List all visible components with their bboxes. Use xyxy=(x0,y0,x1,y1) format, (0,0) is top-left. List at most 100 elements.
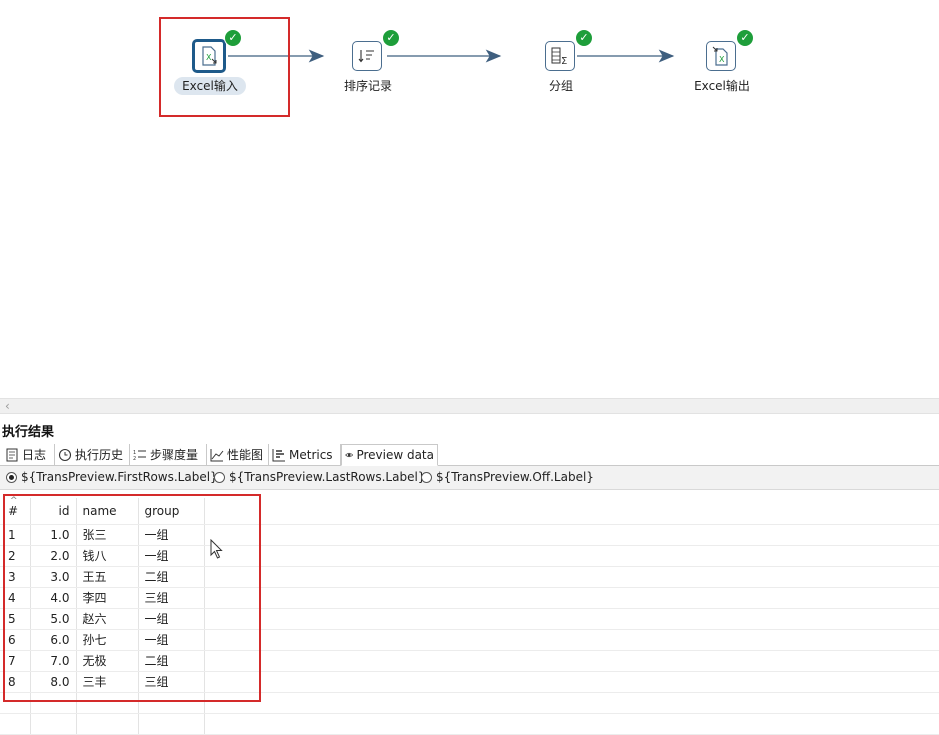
cell-id[interactable]: 1.0 xyxy=(30,524,77,546)
excel-output-icon: X xyxy=(706,41,736,71)
table-empty-row xyxy=(0,713,939,735)
cell-group[interactable]: 一组 xyxy=(138,545,205,567)
step-group-by[interactable]: Σ ✓ 分组 xyxy=(516,29,606,111)
radio-last-rows[interactable]: ${TransPreview.LastRows.Label} xyxy=(214,470,425,484)
cell-id[interactable]: 6.0 xyxy=(30,629,77,651)
cell-name[interactable]: 张三 xyxy=(76,524,139,546)
column-header-id[interactable]: id xyxy=(30,498,77,525)
eye-icon xyxy=(345,452,354,458)
table-row[interactable]: 1 1.0 张三 一组 xyxy=(0,524,939,546)
cell-empty xyxy=(204,713,939,735)
cell-name[interactable]: 无极 xyxy=(76,650,139,672)
table-header-row: ^ # id name group xyxy=(0,496,939,525)
radio-unchecked-icon[interactable] xyxy=(214,471,225,483)
flow-connections xyxy=(228,49,675,63)
success-check-icon: ✓ xyxy=(736,29,754,47)
cell-id[interactable]: 3.0 xyxy=(30,566,77,588)
cell-empty xyxy=(30,713,77,735)
radio-off[interactable]: ${TransPreview.Off.Label} xyxy=(421,470,594,484)
transformation-canvas[interactable]: X ✓ Excel输入 ✓ 排序记录 Σ ✓ 分组 X ✓ Excel输出 xyxy=(0,0,939,398)
tab-performance[interactable]: 性能图 xyxy=(207,444,269,465)
cell-group[interactable]: 三组 xyxy=(138,587,205,609)
cell-name[interactable]: 孙七 xyxy=(76,629,139,651)
cell-index[interactable]: 2 xyxy=(0,545,31,567)
log-icon xyxy=(6,448,18,461)
radio-unchecked-icon[interactable] xyxy=(421,471,432,483)
tab-label: 执行历史 xyxy=(75,448,124,462)
cell-id[interactable]: 8.0 xyxy=(30,671,77,693)
cell-id[interactable]: 5.0 xyxy=(30,608,77,630)
svg-text:X: X xyxy=(719,55,725,64)
column-header-name[interactable]: name xyxy=(76,498,139,525)
cell-filler xyxy=(204,566,939,588)
cell-group[interactable]: 一组 xyxy=(138,608,205,630)
step-metrics-icon: 1 2 xyxy=(133,450,146,462)
results-tabbar: 日志 执行历史 1 2 步骤度量 性能图 Metrics Preview dat… xyxy=(0,444,939,466)
radio-label: ${TransPreview.Off.Label} xyxy=(436,470,594,484)
table-row[interactable]: 4 4.0 李四 三组 xyxy=(0,587,939,609)
cell-index[interactable]: 3 xyxy=(0,566,31,588)
cell-group[interactable]: 一组 xyxy=(138,524,205,546)
mouse-cursor-icon xyxy=(210,539,223,559)
step-label: Excel输出 xyxy=(694,79,750,93)
cell-group[interactable]: 一组 xyxy=(138,629,205,651)
cell-name[interactable]: 钱八 xyxy=(76,545,139,567)
step-sort-rows[interactable]: ✓ 排序记录 xyxy=(323,29,413,111)
cell-filler xyxy=(204,608,939,630)
cell-index[interactable]: 4 xyxy=(0,587,31,609)
cell-group[interactable]: 三组 xyxy=(138,671,205,693)
cell-index[interactable]: 7 xyxy=(0,650,31,672)
performance-chart-icon xyxy=(210,448,224,461)
sort-icon xyxy=(352,41,382,71)
cell-index[interactable]: 8 xyxy=(0,671,31,693)
cell-empty xyxy=(138,713,205,735)
history-icon xyxy=(58,448,72,461)
table-row[interactable]: 6 6.0 孙七 一组 xyxy=(0,629,939,651)
radio-label: ${TransPreview.FirstRows.Label} xyxy=(21,470,218,484)
cell-name[interactable]: 三丰 xyxy=(76,671,139,693)
tab-metrics[interactable]: Metrics xyxy=(269,444,341,465)
preview-data-table: ^ # id name group 1 1.0 张三 一组 2 2.0 钱八 一组 3 3.0 王五二… xyxy=(0,496,939,735)
tab-step-metrics[interactable]: 1 2 步骤度量 xyxy=(130,444,207,465)
cell-id[interactable]: 4.0 xyxy=(30,587,77,609)
column-header-group[interactable]: group xyxy=(138,498,205,525)
cell-id[interactable]: 7.0 xyxy=(30,650,77,672)
column-header-index[interactable]: ^ # xyxy=(0,496,31,525)
tab-label: 性能图 xyxy=(227,448,264,462)
cell-filler xyxy=(204,524,939,546)
cell-filler xyxy=(204,587,939,609)
table-row[interactable]: 5 5.0 赵六 一组 xyxy=(0,608,939,630)
radio-checked-icon[interactable] xyxy=(6,471,17,483)
tab-preview-data[interactable]: Preview data xyxy=(341,444,438,466)
horizontal-scrollbar[interactable]: ‹ xyxy=(0,398,939,414)
cell-index[interactable]: 1 xyxy=(0,524,31,546)
scroll-left-icon[interactable]: ‹ xyxy=(5,399,10,413)
table-row[interactable]: 2 2.0 钱八 一组 xyxy=(0,545,939,567)
cell-empty xyxy=(30,692,77,714)
tab-label: Preview data xyxy=(356,448,434,462)
tab-log[interactable]: 日志 xyxy=(2,444,55,465)
svg-text:2: 2 xyxy=(133,456,136,462)
column-header-filler xyxy=(204,498,939,525)
tab-label: 日志 xyxy=(22,448,47,462)
radio-first-rows[interactable]: ${TransPreview.FirstRows.Label} xyxy=(6,470,218,484)
sort-caret-icon: ^ xyxy=(10,496,18,506)
results-panel-title: 执行结果 xyxy=(2,425,55,440)
cell-id[interactable]: 2.0 xyxy=(30,545,77,567)
tab-history[interactable]: 执行历史 xyxy=(55,444,130,465)
cell-name[interactable]: 赵六 xyxy=(76,608,139,630)
cell-index[interactable]: 6 xyxy=(0,629,31,651)
cell-name[interactable]: 王五 xyxy=(76,566,139,588)
cell-name[interactable]: 李四 xyxy=(76,587,139,609)
cell-group[interactable]: 二组 xyxy=(138,566,205,588)
cell-group[interactable]: 二组 xyxy=(138,650,205,672)
table-row[interactable]: 7 7.0 无极 二组 xyxy=(0,650,939,672)
cell-index[interactable]: 5 xyxy=(0,608,31,630)
table-row[interactable]: 3 3.0 王五 二组 xyxy=(0,566,939,588)
step-excel-output[interactable]: X ✓ Excel输出 xyxy=(677,29,767,111)
tab-label: Metrics xyxy=(289,447,333,462)
table-row[interactable]: 8 8.0 三丰 三组 xyxy=(0,671,939,693)
cell-empty xyxy=(76,713,139,735)
cell-empty xyxy=(0,713,31,735)
radio-label: ${TransPreview.LastRows.Label} xyxy=(229,470,426,484)
